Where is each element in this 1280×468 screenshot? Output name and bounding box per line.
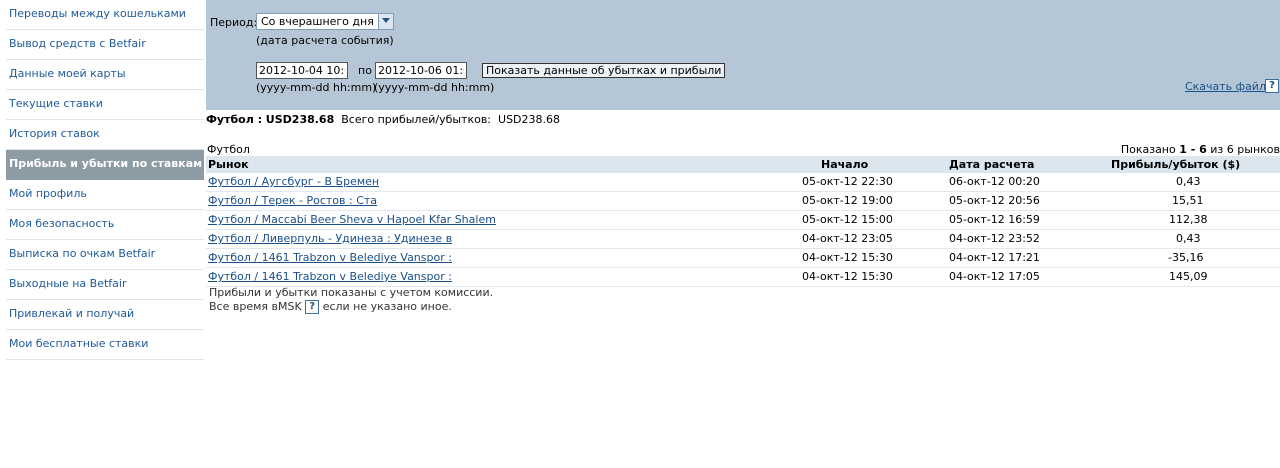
sidebar-item-my-profile[interactable]: Мой профиль xyxy=(6,180,204,210)
filter-panel: Период: Со вчерашнего дня (дата расчета … xyxy=(206,0,1280,110)
table-row: Футбол / Ливерпуль - Удинеза : Удинезе в… xyxy=(206,230,1280,249)
date-format-hint-to: (yyyy-mm-dd hh:mm) xyxy=(374,81,495,94)
settled-time: 04-окт-12 23:52 xyxy=(949,232,1040,245)
table-row: Футбол / Maccabi Beer Sheva v Hapoel Kfa… xyxy=(206,211,1280,230)
table-row: Футбол / Аугсбург - В Бремен 05-окт-12 2… xyxy=(206,173,1280,192)
table-row: Футбол / Терек - Ростов : Ста 05-окт-12 … xyxy=(206,192,1280,211)
profit-loss-value: -35,16 xyxy=(1168,251,1204,264)
start-time: 04-окт-12 15:30 xyxy=(802,251,893,264)
commission-note: Прибыли и убытки показаны с учетом комис… xyxy=(209,286,494,299)
start-time: 05-окт-12 22:30 xyxy=(802,175,893,188)
settled-time: 04-окт-12 17:21 xyxy=(949,251,1040,264)
date-to-input[interactable] xyxy=(375,62,467,79)
timezone-prefix: Все время вMSK xyxy=(209,300,302,313)
start-time: 05-окт-12 19:00 xyxy=(802,194,893,207)
header-market: Рынок xyxy=(208,158,249,171)
header-start: Начало xyxy=(821,158,869,171)
total-value: USD238.68 xyxy=(498,113,561,126)
profit-loss-value: 112,38 xyxy=(1169,213,1208,226)
sport-total: Футбол : USD238.68 xyxy=(206,113,335,126)
sidebar-item-security[interactable]: Моя безопасность xyxy=(6,210,204,240)
shown-suffix: из 6 рынков xyxy=(1210,143,1280,156)
results-count: Показано 1 - 6 из 6 рынков xyxy=(1121,143,1280,156)
sidebar-item-wallet-transfers[interactable]: Переводы между кошельками xyxy=(6,0,204,30)
to-label: по xyxy=(358,64,372,77)
period-select-value: Со вчерашнего дня xyxy=(261,15,374,28)
market-link[interactable]: Футбол / Ливерпуль - Удинеза : Удинезе в xyxy=(208,232,452,245)
market-link[interactable]: Футбол / Терек - Ростов : Ста xyxy=(208,194,377,207)
table-header: Рынок Начало Дата расчета Прибыль/убыток… xyxy=(206,156,1280,173)
settled-time: 05-окт-12 16:59 xyxy=(949,213,1040,226)
sidebar-item-refer-friend[interactable]: Привлекай и получай xyxy=(6,300,204,330)
shown-prefix: Показано xyxy=(1120,143,1176,156)
period-label: Период: xyxy=(210,16,258,29)
profit-loss-value: 0,43 xyxy=(1176,175,1201,188)
sidebar-item-bet-history[interactable]: История ставок xyxy=(6,120,204,150)
download-file-link[interactable]: Скачать файл xyxy=(1185,80,1266,93)
settled-time: 04-окт-12 17:05 xyxy=(949,270,1040,283)
profit-loss-value: 0,43 xyxy=(1176,232,1201,245)
help-icon[interactable]: ? xyxy=(1265,79,1279,93)
shown-range: 1 - 6 xyxy=(1179,143,1207,156)
market-link[interactable]: Футбол / 1461 Trabzon v Belediye Vanspor… xyxy=(208,270,452,283)
sidebar-item-weekends[interactable]: Выходные на Betfair xyxy=(6,270,204,300)
sidebar-item-card-details[interactable]: Данные моей карты xyxy=(6,60,204,90)
profit-loss-table: Рынок Начало Дата расчета Прибыль/убыток… xyxy=(206,156,1280,287)
date-format-hint-from: (yyyy-mm-dd hh:mm) xyxy=(256,81,377,94)
sport-heading: Футбол xyxy=(207,143,250,156)
header-settled: Дата расчета xyxy=(949,158,1035,171)
pl-summary: Футбол : USD238.68 Всего прибылей/убытко… xyxy=(206,113,560,126)
start-time: 04-окт-12 23:05 xyxy=(802,232,893,245)
settled-time: 06-окт-12 00:20 xyxy=(949,175,1040,188)
show-profit-loss-button[interactable]: Показать данные об убытках и прибыли xyxy=(482,63,726,78)
market-link[interactable]: Футбол / Аугсбург - В Бремен xyxy=(208,175,379,188)
settled-time: 05-окт-12 20:56 xyxy=(949,194,1040,207)
sidebar-item-withdraw[interactable]: Вывод средств с Betfair xyxy=(6,30,204,60)
start-time: 05-окт-12 15:00 xyxy=(802,213,893,226)
sidebar-item-points-statement[interactable]: Выписка по очкам Betfair xyxy=(6,240,204,270)
timezone-note: Все время вMSK ? если не указано иное. xyxy=(209,300,452,314)
table-row: Футбол / 1461 Trabzon v Belediye Vanspor… xyxy=(206,249,1280,268)
total-label: Всего прибылей/убытков: xyxy=(341,113,492,126)
header-profit-loss: Прибыль/убыток ($) xyxy=(1111,158,1241,171)
chevron-down-icon[interactable] xyxy=(378,14,393,29)
market-link[interactable]: Футбол / 1461 Trabzon v Belediye Vanspor… xyxy=(208,251,452,264)
sidebar-nav: Переводы между кошельками Вывод средств … xyxy=(6,0,204,360)
start-time: 04-окт-12 15:30 xyxy=(802,270,893,283)
timezone-suffix: если не указано иное. xyxy=(322,300,452,313)
sidebar-item-free-bets[interactable]: Мои бесплатные ставки xyxy=(6,330,204,360)
period-hint: (дата расчета события) xyxy=(256,34,394,47)
period-select[interactable]: Со вчерашнего дня xyxy=(256,13,394,30)
help-icon[interactable]: ? xyxy=(305,300,320,314)
sidebar-item-profit-loss[interactable]: Прибыль и убытки по ставкам xyxy=(6,150,204,180)
date-from-input[interactable] xyxy=(256,62,348,79)
profit-loss-value: 145,09 xyxy=(1169,270,1208,283)
sidebar-item-current-bets[interactable]: Текущие ставки xyxy=(6,90,204,120)
table-row: Футбол / 1461 Trabzon v Belediye Vanspor… xyxy=(206,268,1280,287)
market-link[interactable]: Футбол / Maccabi Beer Sheva v Hapoel Kfa… xyxy=(208,213,496,226)
profit-loss-value: 15,51 xyxy=(1172,194,1204,207)
